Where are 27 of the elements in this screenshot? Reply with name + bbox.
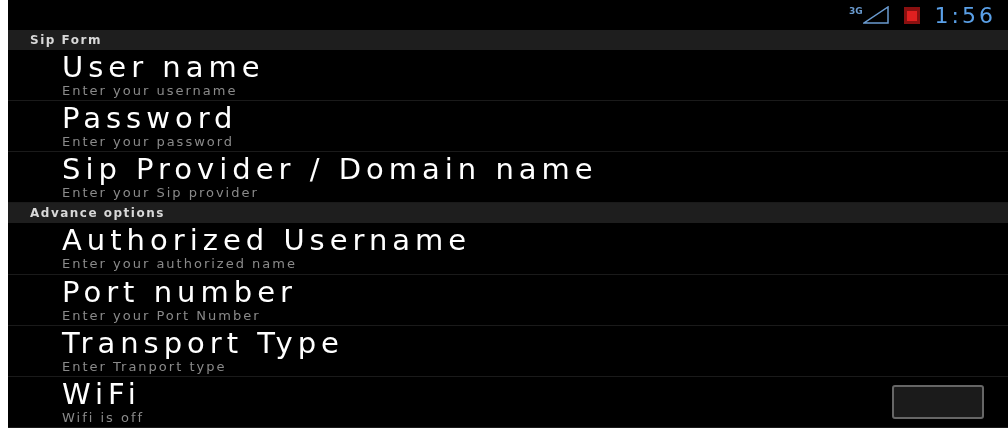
preference-title: User name [62,51,266,84]
preference-item[interactable]: Authorized Username Enter your authorized name [8,223,1008,275]
clock-time: 1:56 [934,2,996,28]
preference-summary: Enter your Port Number [62,307,262,324]
network-type: 3G [848,6,863,16]
section-header: Sip Form [8,30,1008,50]
preference-summary: Enter your password [62,134,236,151]
preference-title: Sip Provider / Domain name [62,153,599,186]
preference-summary: Enter your username [62,83,239,100]
preference-item[interactable]: User name Enter your username [8,50,1008,102]
preference-summary: Enter Tranport type [62,358,227,375]
signal-icon [862,6,889,24]
preference-title: WiFi [62,377,142,410]
section-header: Advance options [8,203,1008,224]
preference-title: Port number [62,275,298,308]
preference-title: Authorized Username [62,224,473,257]
preference-item[interactable]: Password Enter your password [8,101,1008,153]
preference-item[interactable]: WiFi Wifi is off [8,376,1008,428]
preference-title: Transport Type [62,326,345,359]
preference-summary: Enter your authorized name [62,256,298,273]
battery-icon [902,5,921,25]
checkbox[interactable] [892,384,984,419]
preference-title: Password [62,102,239,135]
preference-summary: Wifi is off [62,409,146,426]
preference-item[interactable]: Transport Type Enter Tranport type [8,325,1008,377]
preference-item[interactable]: Port number Enter your Port Number [8,274,1008,326]
preference-summary: Enter your Sip provider [62,185,260,202]
